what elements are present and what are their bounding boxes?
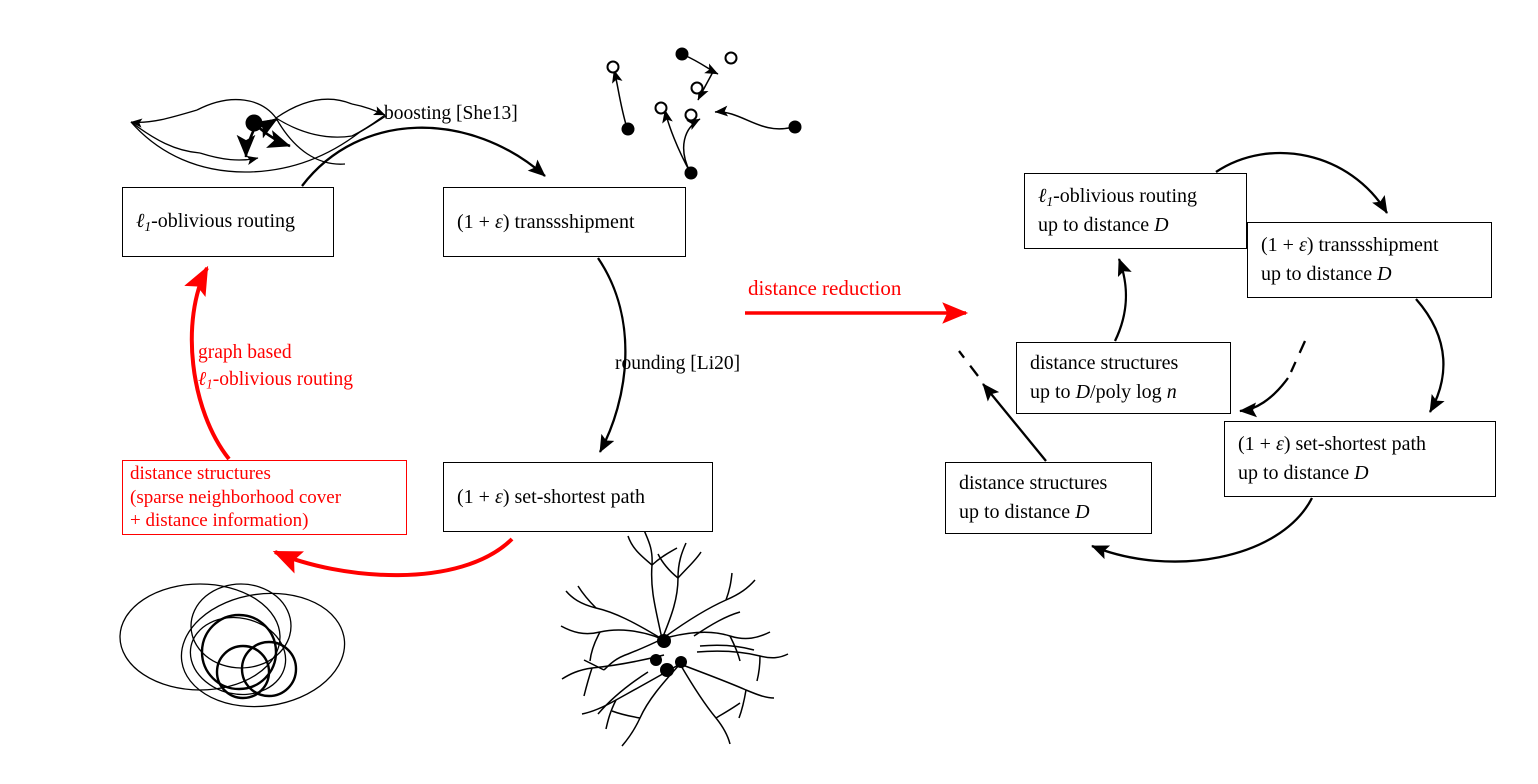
box-distance-structures-sparse-line-2: (sparse neighborhood cover <box>130 486 342 508</box>
box-set-shortest-path-up-to-D-line-2: up to distance D <box>1238 462 1369 484</box>
arrow-distance-structures-polylog-to-routing-D <box>1113 258 1132 342</box>
dashed-recursion-stub-right <box>1289 340 1307 373</box>
box-distance-structures-sparse-line-1: distance structures <box>130 463 271 485</box>
box-distance-structures-polylog[interactable]: distance structures up to D/poly log n <box>1016 342 1231 414</box>
oblivious-routing-flow-sketch <box>130 98 387 173</box>
left-cluster-arrows <box>301 126 627 453</box>
edge-label-graph-based-routing-line-1: graph based <box>198 342 292 363</box>
box-l1-oblivious-routing[interactable]: ℓ1-oblivious routing <box>122 187 334 257</box>
edge-label-rounding: rounding [Li20] <box>615 353 741 374</box>
diagram-canvas: ℓ1-oblivious routing (1 + ε) transsshipm… <box>0 0 1538 784</box>
box-l1-oblivious-routing-up-to-D-line-1: ℓ1-oblivious routing <box>1038 184 1198 209</box>
label-distance-reduction: distance reduction <box>748 276 902 300</box>
box-distance-structures-up-to-D-line-2: up to distance D <box>959 501 1090 523</box>
box-transshipment[interactable]: (1 + ε) transsshipment <box>443 187 686 257</box>
sparse-neighborhood-cover-sketch <box>119 583 346 708</box>
box-set-shortest-path-line-1: (1 + ε) set-shortest path <box>457 485 646 508</box>
box-distance-structures-polylog-line-2: up to D/poly log n <box>1030 381 1177 403</box>
box-transshipment-up-to-D-line-2: up to distance D <box>1261 263 1392 285</box>
box-distance-structures-sparse[interactable]: distance structures (sparse neighborhood… <box>122 460 407 535</box>
arrow-boosting <box>301 126 546 187</box>
box-l1-oblivious-routing-up-to-D-line-2: up to distance D <box>1038 214 1169 237</box>
arrow-recursion-to-distance-structures-polylog <box>1239 377 1289 418</box>
box-transshipment-line-1: (1 + ε) transsshipment <box>457 210 635 233</box>
box-l1-oblivious-routing-line-1: ℓ1-oblivious routing <box>136 210 296 235</box>
box-l1-oblivious-routing-up-to-D[interactable]: ℓ1-oblivious routing up to distance D <box>1024 173 1247 249</box>
box-set-shortest-path-up-to-D-line-1: (1 + ε) set-shortest path <box>1238 433 1427 455</box>
box-set-shortest-path[interactable]: (1 + ε) set-shortest path <box>443 462 713 532</box>
arrow-transshipment-to-ssp-D <box>1415 298 1445 413</box>
box-distance-structures-up-to-D-line-1: distance structures <box>959 472 1108 494</box>
edge-label-boosting: boosting [She13] <box>384 103 518 124</box>
box-set-shortest-path-up-to-D[interactable]: (1 + ε) set-shortest path up to distance… <box>1224 421 1496 497</box>
shortest-path-tree-sketch <box>560 529 789 747</box>
edge-label-graph-based-routing-line-2: ℓ1-oblivious routing <box>198 369 354 392</box>
transshipment-demand-sketch <box>606 47 802 180</box>
dashed-recursion-stub-left <box>958 350 979 377</box>
box-distance-structures-sparse-line-3: + distance information) <box>130 510 309 532</box>
box-transshipment-up-to-D[interactable]: (1 + ε) transsshipment up to distance D <box>1247 222 1492 298</box>
arrow-ssp-to-distance-structures <box>272 537 514 578</box>
box-distance-structures-up-to-D[interactable]: distance structures up to distance D <box>945 462 1152 534</box>
box-transshipment-up-to-D-line-1: (1 + ε) transsshipment <box>1261 234 1439 256</box>
box-distance-structures-polylog-line-1: distance structures <box>1030 352 1179 374</box>
